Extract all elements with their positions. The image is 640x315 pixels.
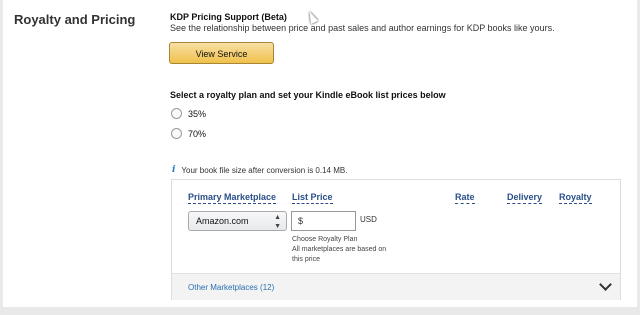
- section-title: Royalty and Pricing: [14, 12, 136, 27]
- list-price-input[interactable]: $: [291, 211, 356, 231]
- radio-70-label: 70%: [188, 128, 207, 139]
- royalty-option-35[interactable]: 35%: [171, 108, 206, 119]
- select-arrows-icon: ▲ ▼: [274, 214, 281, 230]
- marketplaces-note: All marketplaces are based on: [292, 246, 387, 253]
- kdp-pricing-title: KDP Pricing Support (Beta): [170, 12, 287, 22]
- info-icon: i: [172, 165, 176, 175]
- currency-label: USD: [360, 215, 377, 224]
- other-marketplaces-link[interactable]: Other Marketplaces (12): [188, 283, 274, 292]
- header-primary-marketplace[interactable]: Primary Marketplace: [188, 192, 277, 204]
- marketplace-select[interactable]: Amazon.com ▲ ▼: [188, 211, 287, 231]
- radio-70[interactable]: [171, 128, 182, 139]
- view-service-button[interactable]: View Service: [169, 42, 274, 64]
- price-note: this price: [292, 256, 321, 263]
- kdp-pricing-description: See the relationship between price and p…: [170, 23, 555, 33]
- chevron-down-icon[interactable]: [599, 278, 612, 291]
- royalty-plan-heading: Select a royalty plan and set your Kindl…: [170, 90, 446, 100]
- choose-plan-note: Choose Royalty Plan: [292, 236, 358, 243]
- other-marketplaces-bar[interactable]: Other Marketplaces (12): [172, 273, 620, 300]
- radio-35[interactable]: [171, 108, 182, 119]
- file-size-text: Your book file size after conversion is …: [181, 165, 348, 175]
- file-size-info: i Your book file size after conversion i…: [172, 165, 347, 175]
- radio-35-label: 35%: [188, 108, 207, 119]
- header-royalty[interactable]: Royalty: [559, 192, 592, 204]
- royalty-option-70[interactable]: 70%: [171, 128, 206, 139]
- header-rate[interactable]: Rate: [455, 192, 475, 204]
- marketplace-selected-value: Amazon.com: [196, 216, 249, 226]
- header-list-price[interactable]: List Price: [292, 192, 333, 204]
- header-delivery[interactable]: Delivery: [507, 192, 543, 204]
